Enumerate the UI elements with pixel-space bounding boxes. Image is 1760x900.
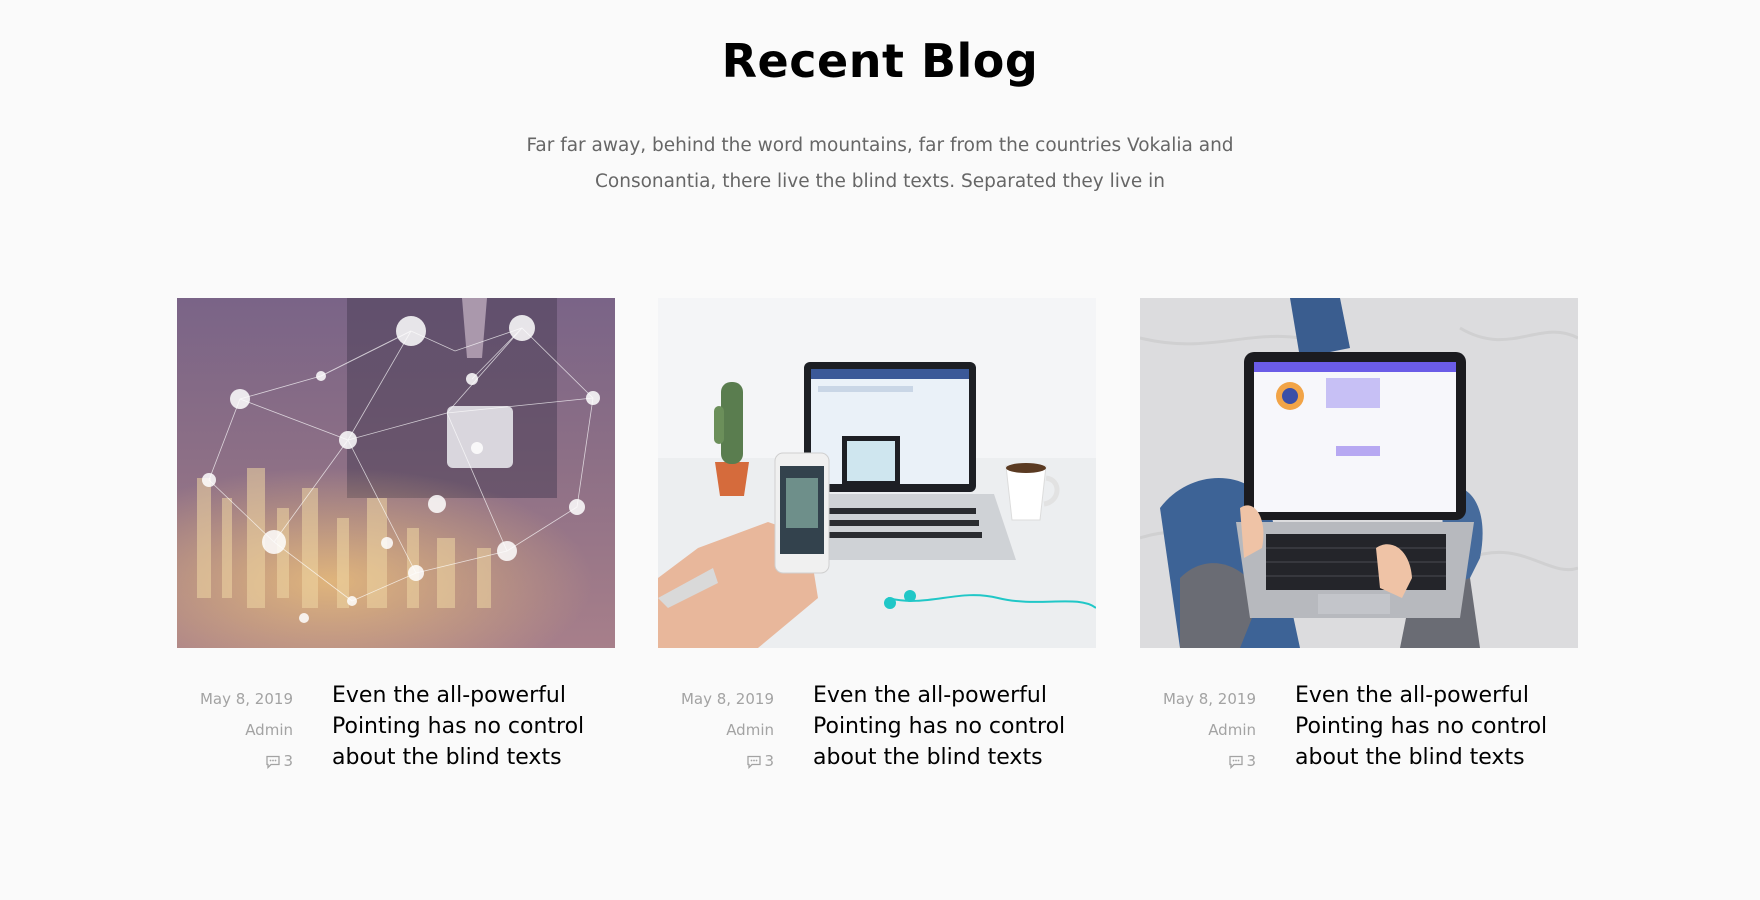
subtitle-line: Consonantia, there live the blind texts.… bbox=[595, 171, 1165, 192]
post-date[interactable]: May 8, 2019 bbox=[658, 684, 774, 715]
post-author[interactable]: Admin bbox=[658, 715, 774, 746]
post-title-line: Even the all-powerful bbox=[813, 683, 1047, 708]
post-date[interactable]: May 8, 2019 bbox=[1140, 684, 1256, 715]
city-network-tablet-photo bbox=[177, 298, 615, 648]
blog-image-link[interactable] bbox=[658, 298, 1096, 648]
post-meta: May 8, 2019 Admin 3 bbox=[658, 684, 774, 780]
post-title-line: about the blind texts bbox=[1295, 745, 1525, 770]
blog-image-link[interactable] bbox=[177, 298, 615, 648]
post-title-line: Pointing has no control bbox=[332, 714, 585, 739]
post-author[interactable]: Admin bbox=[177, 715, 293, 746]
post-author[interactable]: Admin bbox=[1140, 715, 1256, 746]
blog-card: May 8, 2019 Admin 3 Even the all-powerfu… bbox=[177, 298, 615, 770]
comment-count: 3 bbox=[764, 752, 774, 770]
blog-image-link[interactable] bbox=[1140, 298, 1578, 648]
post-meta: May 8, 2019 Admin 3 bbox=[177, 684, 293, 780]
subtitle-line: Far far away, behind the word mountains,… bbox=[526, 135, 1234, 156]
laptop-on-lap-photo bbox=[1140, 298, 1578, 648]
recent-blog-section: Recent Blog Far far away, behind the wor… bbox=[0, 0, 1760, 900]
post-title[interactable]: Even the all-powerful Pointing has no co… bbox=[813, 680, 1103, 773]
post-date[interactable]: May 8, 2019 bbox=[177, 684, 293, 715]
post-comments[interactable]: 3 bbox=[746, 746, 774, 777]
laptop-phone-cactus-photo bbox=[658, 298, 1096, 648]
post-comments[interactable]: 3 bbox=[265, 746, 293, 777]
comment-count: 3 bbox=[283, 752, 293, 770]
post-title-line: Pointing has no control bbox=[1295, 714, 1548, 739]
section-title: Recent Blog bbox=[721, 34, 1039, 88]
post-title-line: Even the all-powerful bbox=[332, 683, 566, 708]
post-comments[interactable]: 3 bbox=[1228, 746, 1256, 777]
chat-bubble-icon bbox=[1228, 755, 1244, 769]
post-title[interactable]: Even the all-powerful Pointing has no co… bbox=[332, 680, 622, 773]
post-meta: May 8, 2019 Admin 3 bbox=[1140, 684, 1256, 780]
chat-bubble-icon bbox=[746, 755, 762, 769]
blog-card: May 8, 2019 Admin 3 Even the all-powerfu… bbox=[658, 298, 1096, 770]
post-title-line: Even the all-powerful bbox=[1295, 683, 1529, 708]
blog-card: May 8, 2019 Admin 3 Even the all-powerfu… bbox=[1140, 298, 1578, 770]
post-title-line: Pointing has no control bbox=[813, 714, 1066, 739]
post-title-line: about the blind texts bbox=[813, 745, 1043, 770]
comment-count: 3 bbox=[1246, 752, 1256, 770]
post-title[interactable]: Even the all-powerful Pointing has no co… bbox=[1295, 680, 1585, 773]
section-subtitle: Far far away, behind the word mountains,… bbox=[480, 128, 1280, 200]
post-title-line: about the blind texts bbox=[332, 745, 562, 770]
chat-bubble-icon bbox=[265, 755, 281, 769]
